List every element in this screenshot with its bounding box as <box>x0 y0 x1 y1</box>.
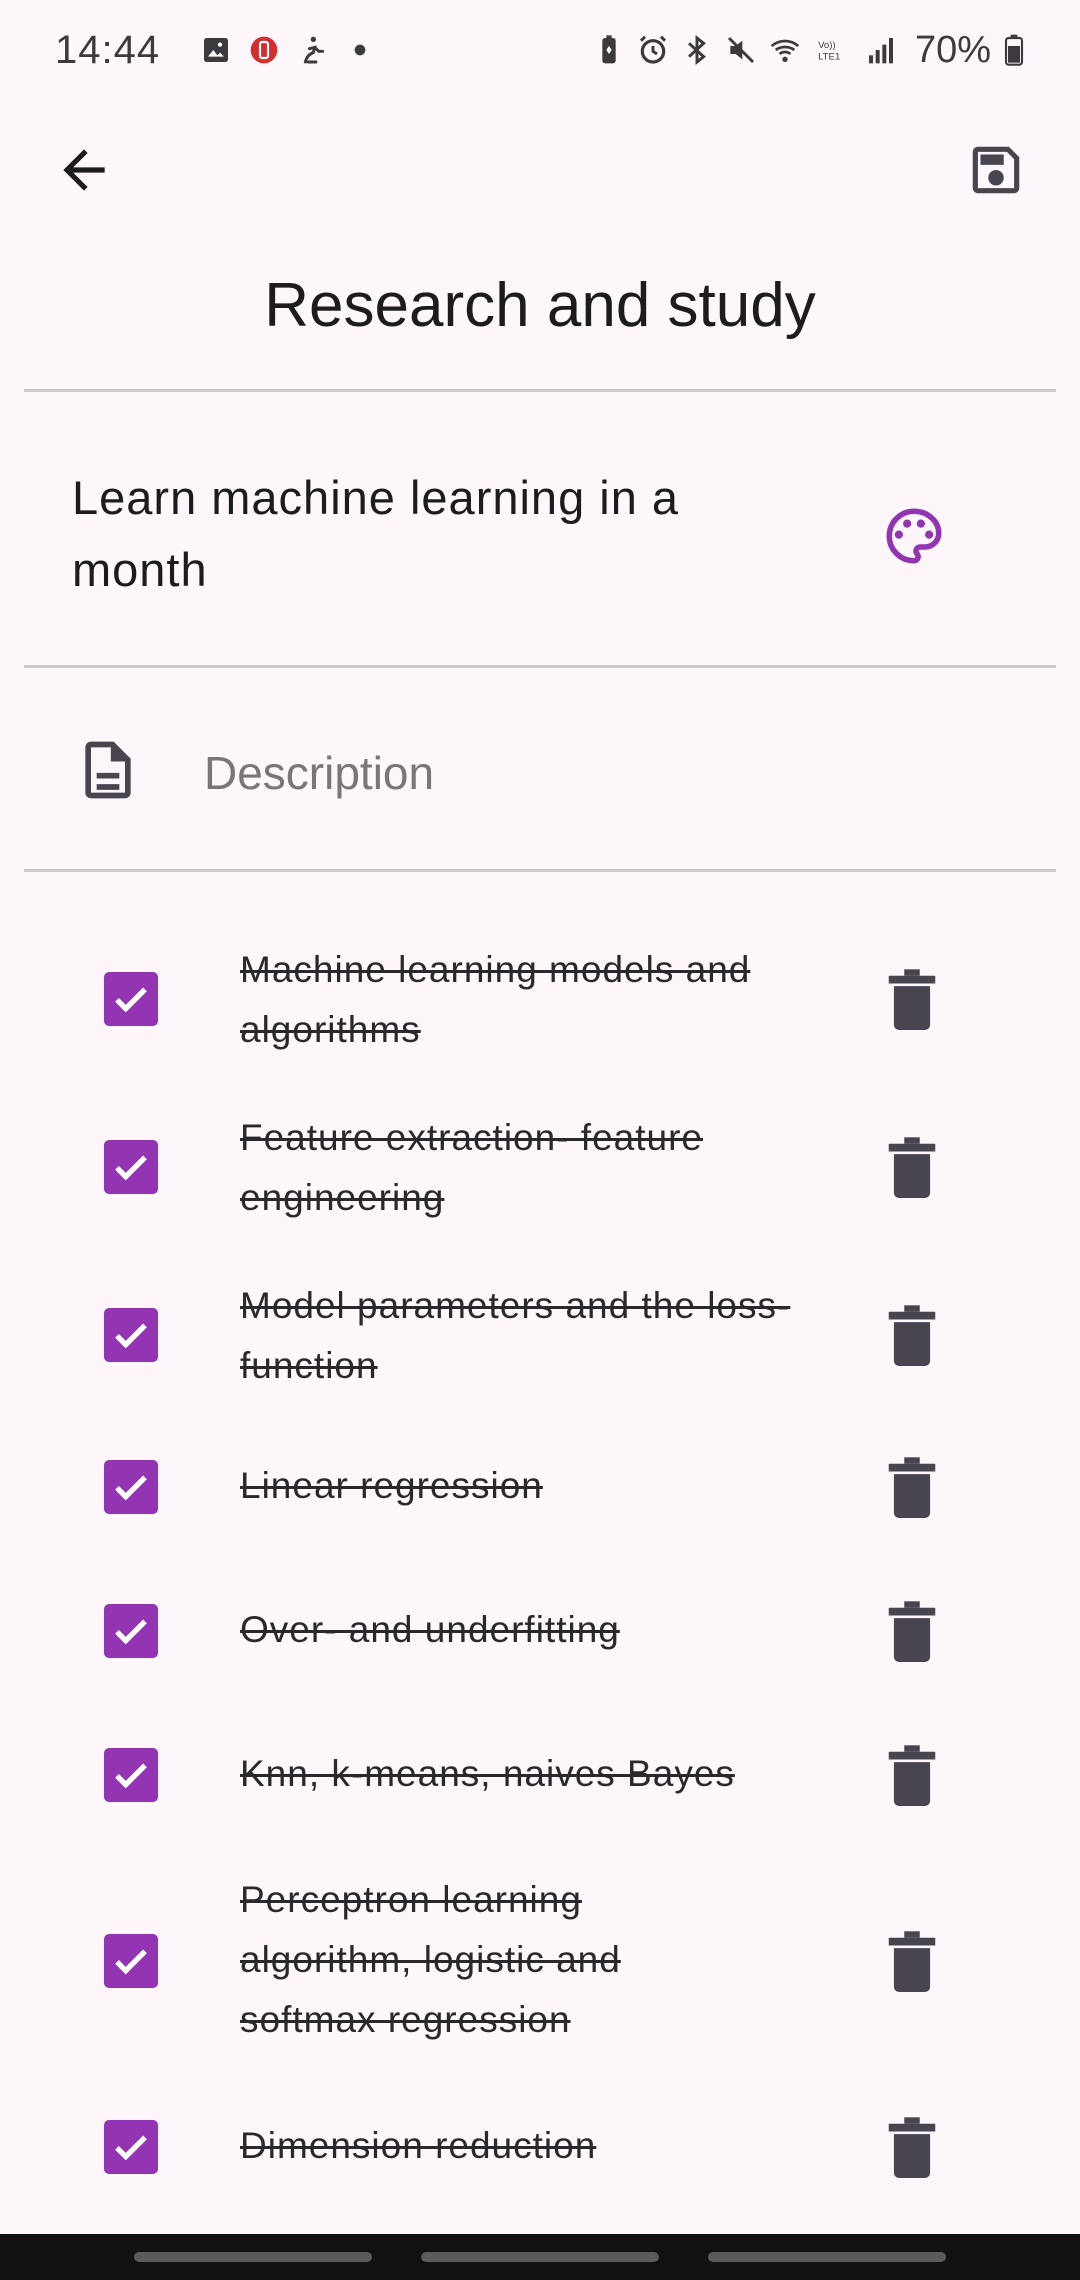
trash-icon <box>888 1745 936 1806</box>
title-divider <box>24 389 1056 392</box>
color-palette-button[interactable] <box>866 488 962 584</box>
accessibility-icon <box>296 34 328 66</box>
item-checkbox[interactable] <box>104 972 158 1026</box>
status-bar: 14:44 Vo)) LTE1 70% <box>0 0 1080 100</box>
palette-icon <box>886 508 942 564</box>
checkmark-icon <box>115 987 147 1013</box>
signal-icon <box>865 34 897 66</box>
battery-percent: 70% <box>914 28 991 71</box>
trash-icon <box>888 969 936 1030</box>
checkmark-icon <box>115 1155 147 1181</box>
checkmark-icon <box>115 1475 147 1501</box>
document-icon <box>85 741 131 799</box>
checkmark-icon <box>115 2135 147 2161</box>
item-text[interactable]: Model parameters and the loss-function <box>240 1276 820 1396</box>
checklist-item: Linear regression <box>0 1456 1080 1520</box>
item-checkbox[interactable] <box>104 1934 158 1988</box>
trash-icon <box>888 1137 936 1198</box>
checkmark-icon <box>115 1949 147 1975</box>
bluetooth-icon <box>681 34 713 66</box>
item-checkbox[interactable] <box>104 2120 158 2174</box>
delete-item-button[interactable] <box>880 1300 944 1370</box>
item-checkbox[interactable] <box>104 1308 158 1362</box>
description-row <box>0 700 1080 840</box>
trash-icon <box>888 1305 936 1366</box>
delete-item-button[interactable] <box>880 1132 944 1202</box>
checklist-item: Over- and underfitting <box>0 1600 1080 1664</box>
note-title-divider <box>24 665 1056 668</box>
top-app-bar <box>0 120 1080 220</box>
checklist-item: Model parameters and the loss-function <box>0 1276 1080 1396</box>
trash-icon <box>888 2117 936 2178</box>
wifi-icon <box>769 34 801 66</box>
trash-icon <box>888 1457 936 1518</box>
checklist-item: Machine learning models and algorithms <box>0 940 1080 1060</box>
svg-text:Vo)): Vo)) <box>818 40 836 51</box>
back-button[interactable] <box>34 120 134 220</box>
item-checkbox[interactable] <box>104 1140 158 1194</box>
item-text[interactable]: Dimension reduction <box>240 2116 820 2176</box>
system-navigation-bar <box>0 2234 1080 2280</box>
app-notification-icon <box>248 34 280 66</box>
page-title: Research and study <box>264 271 816 340</box>
note-editor-screen: 14:44 Vo)) LTE1 70% Research and study L… <box>0 0 1080 2280</box>
item-text[interactable]: Feature extraction- feature engineering <box>240 1108 820 1228</box>
mute-icon <box>725 34 757 66</box>
nav-home-button[interactable] <box>420 2252 659 2262</box>
item-checkbox[interactable] <box>104 1604 158 1658</box>
delete-item-button[interactable] <box>880 1452 944 1522</box>
dot-icon <box>344 34 376 66</box>
alarm-icon <box>637 34 669 66</box>
description-input[interactable] <box>204 738 964 808</box>
delete-item-button[interactable] <box>880 2112 944 2182</box>
svg-text:LTE1: LTE1 <box>818 52 840 63</box>
item-checkbox[interactable] <box>104 1460 158 1514</box>
nav-back-button[interactable] <box>707 2252 946 2262</box>
image-icon <box>200 34 232 66</box>
item-text[interactable]: Over- and underfitting <box>240 1600 820 1660</box>
delete-item-button[interactable] <box>880 1926 944 1996</box>
checklist-item: Perceptron learning algorithm, logistic … <box>0 1870 1080 2050</box>
checkmark-icon <box>115 1619 147 1645</box>
delete-item-button[interactable] <box>880 1740 944 1810</box>
description-divider <box>24 869 1056 872</box>
item-text[interactable]: Linear regression <box>240 1456 820 1516</box>
checklist-item: Feature extraction- feature engineering <box>0 1108 1080 1228</box>
checklist-item: Knn, k-means, naives Bayes <box>0 1744 1080 1808</box>
save-icon <box>972 146 1020 194</box>
checklist-item: Dimension reduction <box>0 2116 1080 2180</box>
delete-item-button[interactable] <box>880 1596 944 1666</box>
trash-icon <box>888 1601 936 1662</box>
trash-icon <box>888 1931 936 1992</box>
battery-saver-icon <box>593 34 625 66</box>
save-button[interactable] <box>946 120 1046 220</box>
item-text[interactable]: Perceptron learning algorithm, logistic … <box>240 1870 690 2050</box>
item-text[interactable]: Knn, k-means, naives Bayes <box>240 1744 820 1804</box>
item-text[interactable]: Machine learning models and algorithms <box>240 940 820 1060</box>
arrow-back-icon <box>63 149 105 191</box>
checkmark-icon <box>115 1323 147 1349</box>
nav-recents-button[interactable] <box>134 2252 373 2262</box>
item-checkbox[interactable] <box>104 1748 158 1802</box>
checkmark-icon <box>115 1763 147 1789</box>
note-title-field[interactable]: Learn machine learning in a month <box>72 462 732 606</box>
status-time: 14:44 <box>55 27 161 72</box>
delete-item-button[interactable] <box>880 964 944 1034</box>
battery-icon <box>1003 34 1025 66</box>
volte-icon: Vo)) LTE1 <box>813 34 853 66</box>
